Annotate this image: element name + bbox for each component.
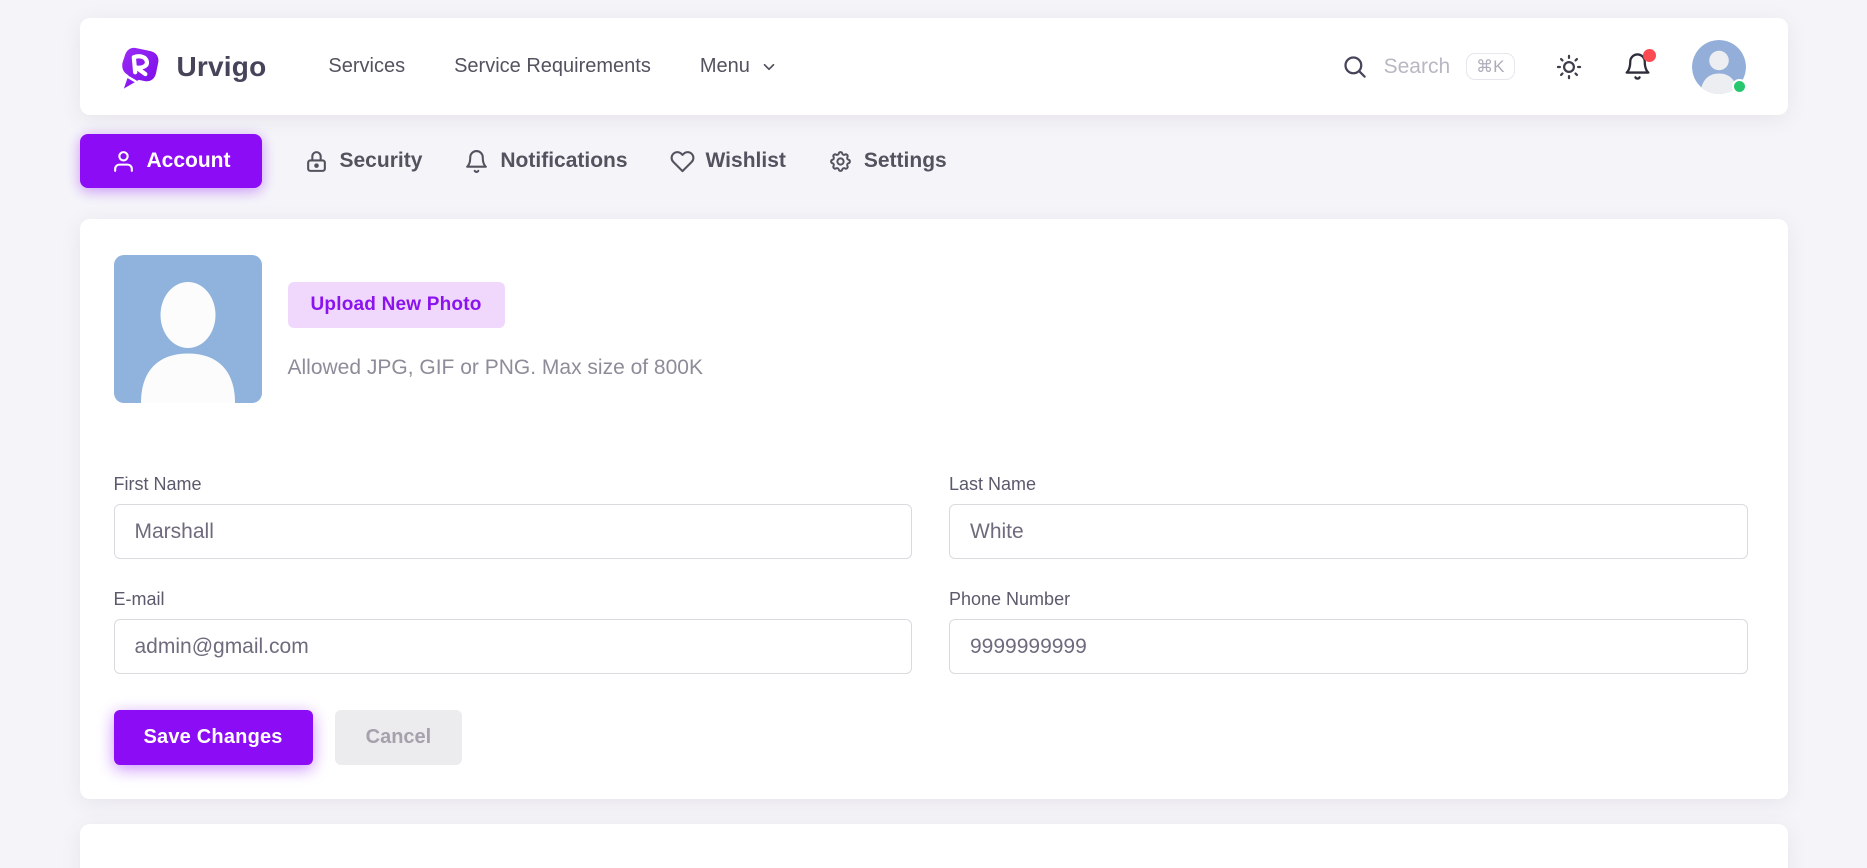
tab-settings[interactable]: Settings xyxy=(828,149,947,174)
nav-link-menu-label: Menu xyxy=(700,55,750,78)
photo-actions: Upload New Photo Allowed JPG, GIF or PNG… xyxy=(288,255,703,403)
tab-notifications[interactable]: Notifications xyxy=(464,149,627,174)
brand-name: Urvigo xyxy=(177,51,267,83)
search-trigger[interactable]: Search ⌘K xyxy=(1341,53,1515,80)
nav-link-services[interactable]: Services xyxy=(328,55,405,78)
nav-link-menu[interactable]: Menu xyxy=(700,55,778,78)
save-changes-button[interactable]: Save Changes xyxy=(114,710,313,765)
lock-icon xyxy=(304,149,329,174)
email-label: E-mail xyxy=(114,589,913,610)
search-placeholder: Search xyxy=(1384,55,1451,79)
main-nav: Services Service Requirements Menu xyxy=(328,55,777,78)
last-name-field: Last Name xyxy=(949,474,1748,559)
profile-card: Upload New Photo Allowed JPG, GIF or PNG… xyxy=(80,219,1788,799)
search-icon xyxy=(1341,53,1368,80)
tab-wishlist-label: Wishlist xyxy=(706,149,786,173)
sun-icon xyxy=(1555,53,1583,81)
navbar-actions: Search ⌘K xyxy=(1341,40,1746,94)
email-field: E-mail xyxy=(114,589,913,674)
email-input[interactable] xyxy=(114,619,913,674)
top-navbar: Urvigo Services Service Requirements Men… xyxy=(80,18,1788,115)
heart-icon xyxy=(670,149,695,174)
tab-security-label: Security xyxy=(340,149,423,173)
first-name-field: First Name xyxy=(114,474,913,559)
last-name-label: Last Name xyxy=(949,474,1748,495)
next-section-card xyxy=(80,824,1788,868)
profile-photo xyxy=(114,255,262,403)
bell-icon xyxy=(464,149,489,174)
profile-form: First Name Last Name E-mail Phone Number xyxy=(114,474,1748,674)
notifications-button[interactable] xyxy=(1623,52,1652,81)
notification-dot xyxy=(1643,49,1656,62)
form-actions: Save Changes Cancel xyxy=(114,710,1748,765)
nav-link-service-requirements[interactable]: Service Requirements xyxy=(454,55,651,78)
first-name-label: First Name xyxy=(114,474,913,495)
last-name-input[interactable] xyxy=(949,504,1748,559)
chevron-down-icon xyxy=(760,58,778,76)
tab-security[interactable]: Security xyxy=(304,149,423,174)
phone-field: Phone Number xyxy=(949,589,1748,674)
search-shortcut-badge: ⌘K xyxy=(1466,53,1514,80)
phone-label: Phone Number xyxy=(949,589,1748,610)
tab-account-label: Account xyxy=(147,149,231,173)
tab-notifications-label: Notifications xyxy=(500,149,627,173)
gear-icon xyxy=(828,149,853,174)
account-tabbar: Account Security Notifications Wishlist … xyxy=(80,134,1788,188)
tab-account[interactable]: Account xyxy=(80,134,262,188)
cancel-button[interactable]: Cancel xyxy=(335,710,463,765)
phone-input[interactable] xyxy=(949,619,1748,674)
photo-row: Upload New Photo Allowed JPG, GIF or PNG… xyxy=(114,255,1748,403)
brand-home-link[interactable]: Urvigo xyxy=(116,44,267,90)
user-avatar-button[interactable] xyxy=(1692,40,1746,94)
upload-hint: Allowed JPG, GIF or PNG. Max size of 800… xyxy=(288,356,703,380)
theme-toggle-button[interactable] xyxy=(1555,53,1583,81)
user-icon xyxy=(111,149,136,174)
first-name-input[interactable] xyxy=(114,504,913,559)
upload-photo-button[interactable]: Upload New Photo xyxy=(288,282,505,328)
online-status-dot xyxy=(1732,79,1747,94)
page-shell: Urvigo Services Service Requirements Men… xyxy=(80,18,1788,868)
urvigo-logo-icon xyxy=(116,44,162,90)
tab-wishlist[interactable]: Wishlist xyxy=(670,149,786,174)
tab-settings-label: Settings xyxy=(864,149,947,173)
